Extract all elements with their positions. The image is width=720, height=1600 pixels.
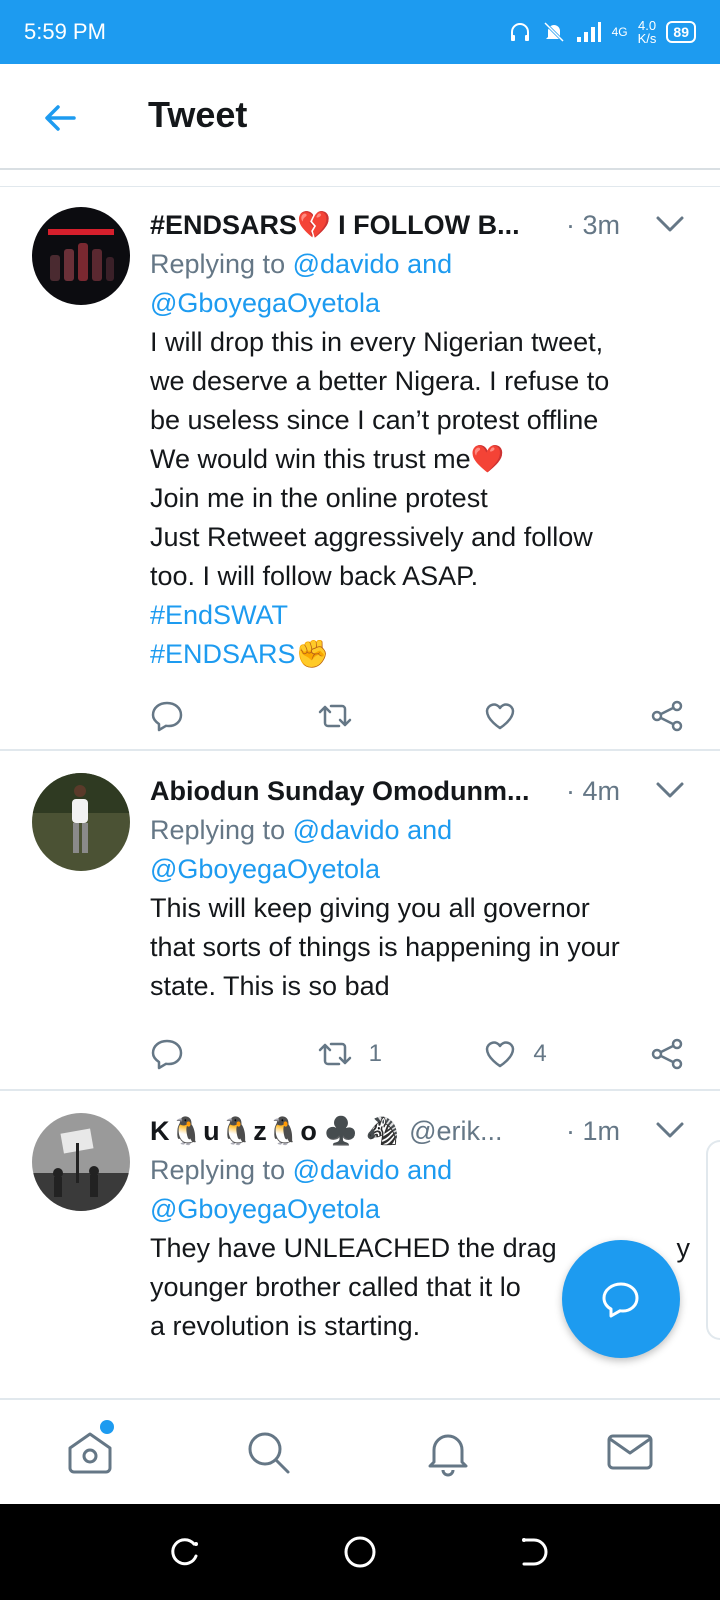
reply-button[interactable] — [150, 1037, 317, 1071]
signal-icon — [576, 22, 601, 42]
page-title: Tweet — [148, 94, 248, 135]
back-system-button[interactable] — [516, 1534, 552, 1570]
home-system-button[interactable] — [342, 1534, 378, 1570]
bell-muted-icon — [543, 21, 564, 43]
chevron-down-icon[interactable] — [650, 210, 690, 240]
battery-indicator: 89 — [666, 21, 696, 43]
reply-button[interactable] — [150, 699, 317, 733]
tweet-header: K🐧u🐧z🐧o ♣️ 🦓 @erik... · 1m — [150, 1111, 690, 1151]
author-name[interactable]: Abiodun Sunday Omodunm... — [150, 776, 529, 807]
mail-icon — [607, 1434, 653, 1470]
mention-link[interactable]: @GboyegaOyetola — [150, 854, 380, 884]
tweet-text: I will drop this in every Nigerian tweet… — [150, 327, 610, 591]
app-header: Tweet — [0, 64, 720, 170]
nav-notifications[interactable] — [422, 1426, 474, 1478]
tweet-item[interactable]: Abiodun Sunday Omodunm... · 4m Replying … — [0, 751, 720, 1091]
avatar[interactable] — [32, 207, 130, 305]
tweet-actions — [150, 674, 684, 758]
compose-reply-button[interactable] — [562, 1240, 680, 1358]
author-name[interactable]: K🐧u🐧z🐧o ♣️ 🦓 — [150, 1115, 399, 1147]
text-fragment: y — [676, 1233, 691, 1263]
tweet-actions: 1 4 — [150, 1012, 684, 1096]
network-type: 4G — [611, 25, 628, 39]
tweet-text: This will keep giving you all governor t… — [150, 893, 620, 1001]
retweet-button[interactable]: 1 — [317, 1037, 484, 1071]
compose-reply-icon — [602, 1282, 639, 1318]
like-button[interactable]: 4 — [483, 1037, 650, 1071]
tweet-time: · 4m — [566, 775, 620, 806]
heart-icon — [486, 703, 515, 730]
retweet-count: 1 — [368, 1040, 383, 1067]
bottom-nav — [0, 1398, 720, 1504]
avatar[interactable] — [32, 773, 130, 871]
share-icon — [651, 1038, 683, 1070]
back-system-icon — [522, 1538, 548, 1566]
retweet-button[interactable] — [317, 699, 484, 733]
like-count: 4 — [533, 1040, 547, 1067]
mention-link[interactable]: @davido and — [293, 1155, 453, 1185]
nav-search[interactable] — [242, 1426, 294, 1478]
avatar-image — [32, 1113, 130, 1211]
tweet-item[interactable]: #ENDSARS💔 I FOLLOW B... · 3m Replying to… — [0, 187, 720, 751]
share-button[interactable] — [650, 699, 684, 733]
mention-link[interactable]: @GboyegaOyetola — [150, 288, 380, 318]
recent-apps-icon — [171, 1538, 198, 1566]
headphones-icon — [510, 23, 529, 41]
speech-bubble-icon — [151, 1039, 183, 1070]
chevron-down-icon[interactable] — [650, 776, 690, 806]
system-nav-bar — [0, 1504, 720, 1600]
heart-icon — [486, 1041, 515, 1068]
author-name[interactable]: #ENDSARS💔 I FOLLOW B... — [150, 209, 520, 241]
reply-feed[interactable]: #ENDSARS💔 I FOLLOW B... · 3m Replying to… — [0, 186, 720, 1398]
hashtag-link[interactable]: #EndSWAT — [150, 596, 690, 635]
back-button[interactable] — [40, 98, 80, 138]
avatar-image — [32, 773, 130, 871]
mention-link[interactable]: @davido and — [293, 815, 453, 845]
replying-to: Replying to @davido and — [150, 815, 453, 845]
replying-to: Replying to @davido and — [150, 1155, 453, 1185]
bell-icon — [428, 1434, 468, 1477]
nav-messages[interactable] — [604, 1426, 656, 1478]
hashtag-link[interactable]: #ENDSARS — [150, 639, 296, 669]
search-icon — [248, 1432, 290, 1474]
tweet-time: · 1m — [566, 1115, 620, 1146]
chevron-down-icon[interactable] — [650, 1116, 690, 1146]
network-speed: 4.0 K/s — [637, 18, 657, 46]
tweet-header: Abiodun Sunday Omodunm... · 4m — [150, 771, 690, 811]
tweet-time: · 3m — [566, 209, 620, 240]
avatar-image — [32, 207, 130, 305]
avatar[interactable] — [32, 1113, 130, 1211]
author-handle: @erik... — [409, 1115, 503, 1146]
mention-link[interactable]: @davido and — [293, 249, 453, 279]
mention-link[interactable]: @GboyegaOyetola — [150, 1194, 380, 1224]
replying-to: Replying to @davido and — [150, 249, 453, 279]
speech-bubble-icon — [151, 701, 183, 732]
retweet-icon — [318, 704, 351, 728]
side-panel-handle[interactable] — [706, 1140, 720, 1340]
status-icons: 4G 4.0 K/s 89 — [508, 19, 696, 45]
arrow-left-icon — [45, 105, 76, 131]
status-bar: 5:59 PM 4G 4.0 K/s 89 — [0, 0, 720, 64]
share-icon — [651, 700, 683, 732]
fist-emoji: ✊ — [295, 639, 330, 669]
status-time: 5:59 PM — [24, 19, 106, 44]
share-button[interactable] — [650, 1037, 684, 1071]
like-button[interactable] — [483, 699, 650, 733]
recent-apps-button[interactable] — [168, 1534, 204, 1570]
tweet-header: #ENDSARS💔 I FOLLOW B... · 3m — [150, 205, 690, 245]
circle-home-icon — [344, 1536, 376, 1568]
notification-dot — [100, 1420, 114, 1434]
retweet-icon — [318, 1042, 351, 1066]
